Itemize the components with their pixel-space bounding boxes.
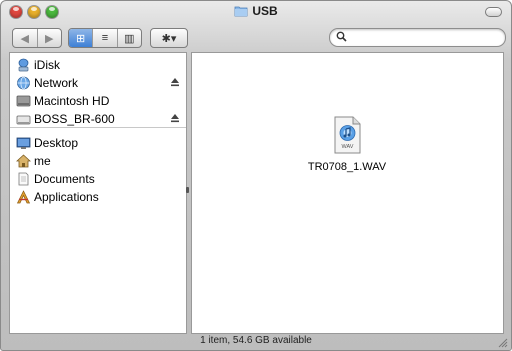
icon-view-icon: ⊞ (76, 32, 86, 45)
search-field[interactable] (329, 28, 506, 47)
resize-grip-dot (186, 187, 189, 193)
icon-view-button[interactable]: ⊞ (69, 29, 94, 47)
title-bar[interactable]: USB (1, 1, 511, 25)
list-view-icon: ≡ (101, 32, 109, 44)
forward-arrow-icon: ▶ (45, 32, 54, 45)
search-input[interactable] (350, 30, 498, 44)
desktop-icon (16, 137, 31, 149)
toolbar-toggle-button[interactable] (485, 7, 502, 17)
sidebar-item-network[interactable]: Network (10, 74, 186, 92)
applications-icon (16, 190, 31, 204)
sidebar-item-documents[interactable]: Documents (10, 170, 186, 188)
hard-drive-icon (16, 95, 31, 107)
view-mode-control: ⊞ ≡ ▥ (68, 28, 142, 48)
documents-icon (18, 172, 29, 186)
column-view-button[interactable]: ▥ (118, 29, 141, 47)
sidebar-item-macintosh-hd[interactable]: Macintosh HD (10, 92, 186, 110)
toolbar: ◀ ▶ ⊞ ≡ ▥ ✱▾ (1, 25, 511, 51)
file-badge: WAV (342, 144, 354, 150)
eject-icon[interactable] (170, 112, 180, 124)
sidebar-item-desktop[interactable]: Desktop (10, 134, 186, 152)
action-menu-cell: ✱▾ (151, 29, 187, 47)
gear-icon: ✱▾ (161, 32, 177, 45)
sidebar-item-idisk[interactable]: iDisk (10, 56, 186, 74)
idisk-icon (18, 58, 29, 72)
sidebar-item-home[interactable]: me (10, 152, 186, 170)
eject-icon[interactable] (170, 76, 180, 88)
action-menu-button[interactable]: ✱▾ (150, 28, 188, 48)
file-browser-content[interactable]: WAV TR0708_1.WAV (191, 52, 504, 334)
home-icon (16, 154, 31, 168)
sidebar-item-label: Network (34, 76, 79, 90)
list-view-button[interactable]: ≡ (93, 29, 118, 47)
back-button[interactable]: ◀ (13, 29, 38, 47)
back-arrow-icon: ◀ (20, 32, 29, 45)
sidebar-item-boss-br-600[interactable]: BOSS_BR-600 (10, 110, 186, 128)
finder-window: USB ◀ ▶ ⊞ ≡ ▥ ✱▾ iDisk Network Macintosh… (0, 0, 512, 351)
status-text: 1 item, 54.6 GB available (200, 335, 312, 346)
sidebar-item-label: BOSS_BR-600 (34, 112, 115, 126)
status-bar: 1 item, 54.6 GB available (1, 333, 511, 350)
sidebar-item-label: Macintosh HD (34, 94, 110, 108)
forward-button[interactable]: ▶ (38, 29, 62, 47)
external-drive-icon (16, 115, 31, 125)
window-title-text: USB (252, 4, 278, 18)
folder-icon (234, 6, 248, 17)
window-resize-grip-icon[interactable] (497, 337, 508, 348)
sidebar-item-label: Documents (34, 172, 95, 186)
column-view-icon: ▥ (124, 32, 135, 45)
file-name: TR0708_1.WAV (307, 161, 387, 173)
sidebar-item-label: me (34, 154, 51, 168)
sidebar-item-label: iDisk (34, 58, 60, 72)
sidebar-item-label: Desktop (34, 136, 79, 150)
file-item[interactable]: WAV TR0708_1.WAV (287, 116, 407, 173)
sidebar-item-applications[interactable]: Applications (10, 188, 186, 206)
wav-audio-file-icon: WAV (334, 116, 361, 154)
back-forward-control: ◀ ▶ (12, 28, 62, 48)
network-globe-icon (17, 76, 30, 90)
sidebar-item-label: Applications (34, 190, 99, 204)
search-icon (336, 31, 347, 42)
window-title: USB (1, 4, 511, 18)
sidebar: iDisk Network Macintosh HD BOSS_BR-600 D… (9, 52, 187, 334)
sidebar-divider (10, 127, 186, 128)
